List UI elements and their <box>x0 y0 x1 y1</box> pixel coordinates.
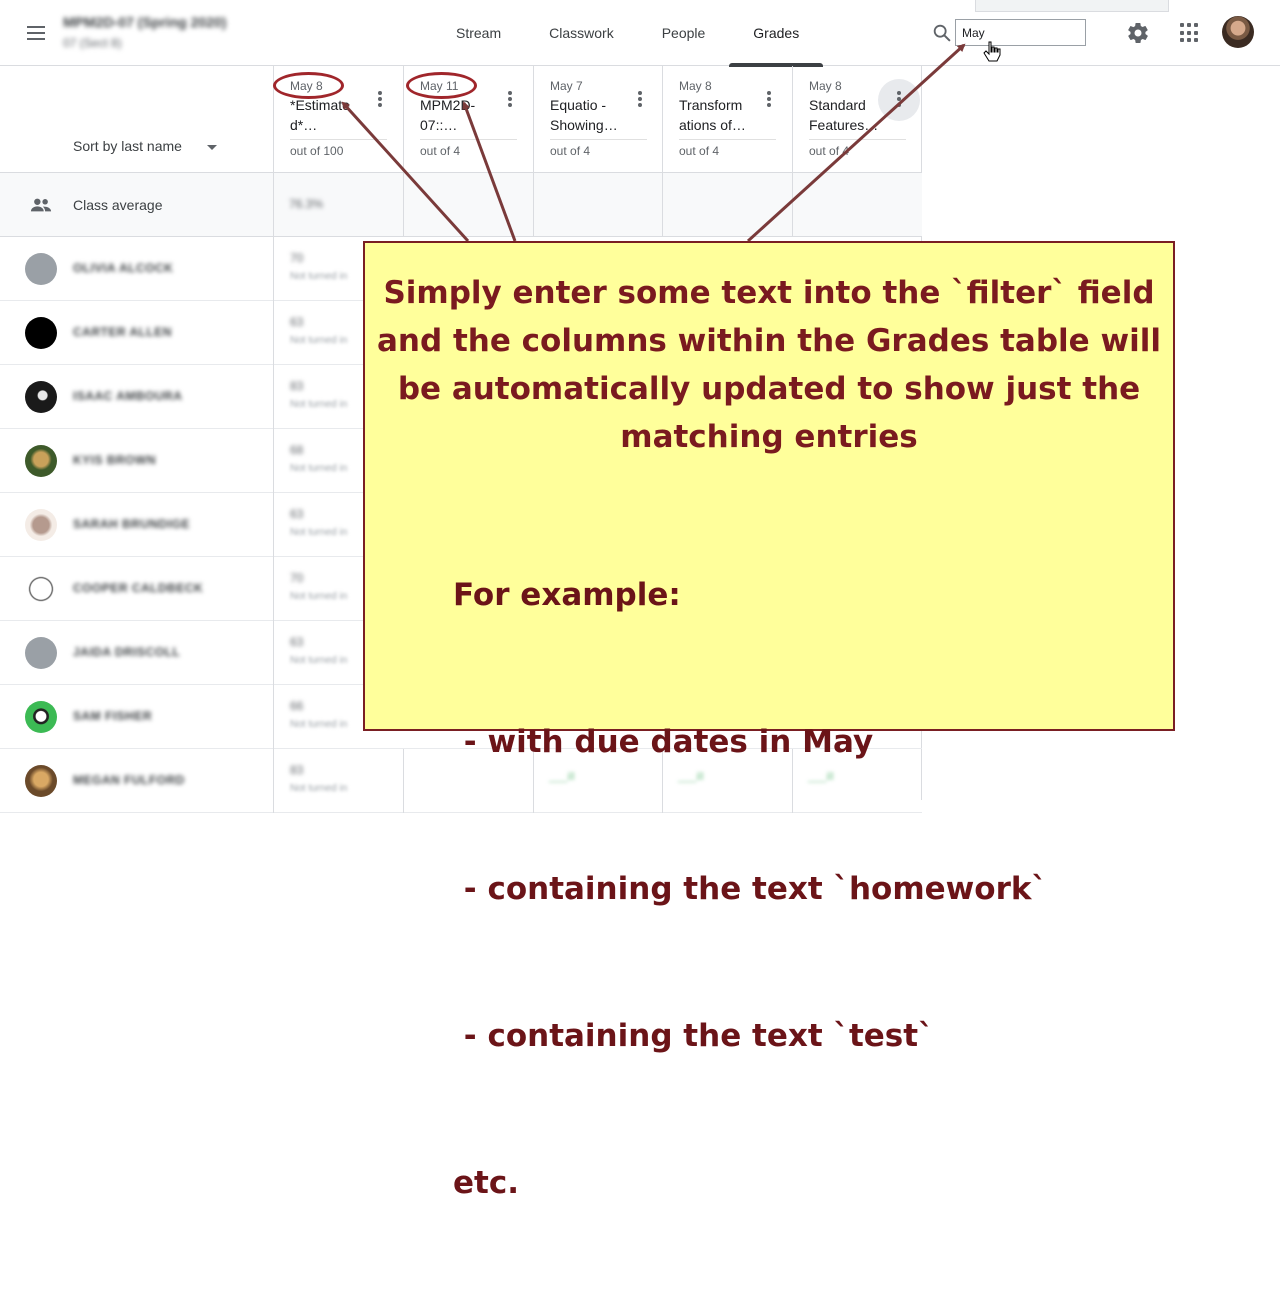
tab-stream[interactable]: Stream <box>432 0 525 66</box>
grade-value: 83 <box>290 763 304 777</box>
column-title[interactable]: MPM2D- 07::… <box>420 95 500 135</box>
grade-value: 66 <box>290 699 304 713</box>
nav-tabs: Stream Classwork People Grades <box>432 0 824 67</box>
menu-icon[interactable] <box>22 20 50 46</box>
column-points: out of 4 <box>809 144 850 158</box>
column-title[interactable]: *Estimate d*… <box>290 95 370 135</box>
top-bar: MPM2D-07 (Spring 2020) 07 (Sect 8) Strea… <box>0 0 1280 67</box>
class-average-label: Class average <box>73 197 163 213</box>
highlight-ellipse <box>273 72 344 99</box>
more-vert-icon[interactable] <box>763 90 775 108</box>
submission-status: Not turned in <box>290 335 348 346</box>
student-name[interactable]: Jaida Driscoll <box>73 645 180 659</box>
student-avatar <box>25 701 57 733</box>
column-title[interactable]: Equatio - Showing… <box>550 95 630 135</box>
column-due-date: May 8 <box>809 79 842 93</box>
submission-status: Not turned in <box>290 655 348 666</box>
column-title[interactable]: Standard Features… <box>809 95 889 135</box>
grade-value: 63 <box>290 635 304 649</box>
example-etc: etc. <box>453 1165 519 1201</box>
apps-grid-icon[interactable] <box>1180 23 1200 43</box>
student-avatar <box>25 445 57 477</box>
assignment-column-header[interactable]: May 8 Standard Features… out of 4 <box>792 66 922 173</box>
account-avatar[interactable] <box>1222 16 1254 48</box>
more-vert-icon[interactable] <box>374 90 386 108</box>
callout-examples: For example: - with due dates in May - c… <box>453 473 1047 1306</box>
chevron-down-icon[interactable] <box>207 145 217 150</box>
student-name[interactable]: Carter Allen <box>73 325 172 339</box>
grade-value: 83 <box>290 379 304 393</box>
filter-input[interactable] <box>955 19 1086 46</box>
submission-status: Not turned in <box>290 399 348 410</box>
extension-popup-edge <box>975 0 1169 12</box>
student-avatar <box>25 253 57 285</box>
student-name[interactable]: Sam Fisher <box>73 709 152 723</box>
class-average-value: 76.3% <box>289 197 324 211</box>
column-points: out of 4 <box>420 144 461 158</box>
submission-status: Not turned in <box>290 783 348 794</box>
example-item: - with due dates in May <box>453 724 874 760</box>
column-title[interactable]: Transform ations of… <box>679 95 759 135</box>
more-vert-icon[interactable] <box>634 90 646 108</box>
column-due-date: May 8 <box>679 79 712 93</box>
submission-status: Not turned in <box>290 271 348 282</box>
tab-grades[interactable]: Grades <box>729 0 824 67</box>
submission-status: Not turned in <box>290 527 348 538</box>
column-points: out of 100 <box>290 144 344 158</box>
student-avatar <box>25 509 57 541</box>
column-points: out of 4 <box>679 144 720 158</box>
student-name[interactable]: Olivia Alcock <box>73 261 173 275</box>
tab-people[interactable]: People <box>638 0 730 66</box>
more-vert-icon[interactable] <box>504 90 516 108</box>
student-avatar <box>25 317 57 349</box>
column-points: out of 4 <box>550 144 591 158</box>
student-name[interactable]: Kyis Brown <box>73 453 156 467</box>
submission-status: Not turned in <box>290 591 348 602</box>
more-vert-icon[interactable] <box>893 90 905 108</box>
student-name[interactable]: Isaac Amboura <box>73 389 182 403</box>
grade-value: 70 <box>290 571 304 585</box>
annotation-callout: Simply enter some text into the `filter`… <box>363 241 1175 1201</box>
student-name[interactable]: Megan Fulford <box>73 773 185 787</box>
example-item: - containing the text `test` <box>453 1018 934 1054</box>
student-avatar <box>25 573 57 605</box>
submission-status: Not turned in <box>290 719 348 730</box>
student-name[interactable]: Sarah Brundige <box>73 517 190 531</box>
student-avatar <box>25 765 57 797</box>
assignment-column-header[interactable]: May 7 Equatio - Showing… out of 4 <box>533 66 663 173</box>
example-heading: For example: <box>453 577 681 613</box>
grade-value: 63 <box>290 315 304 329</box>
search-icon[interactable] <box>931 22 953 44</box>
student-name[interactable]: Cooper Caldbeck <box>73 581 203 595</box>
submission-status: Not turned in <box>290 463 348 474</box>
class-average-row: Class average 76.3% <box>0 173 922 237</box>
student-avatar <box>25 637 57 669</box>
assignment-column-header[interactable]: May 8 Transform ations of… out of 4 <box>662 66 792 173</box>
grade-value: 63 <box>290 507 304 521</box>
student-avatar <box>25 381 57 413</box>
tab-classwork[interactable]: Classwork <box>525 0 638 66</box>
course-title[interactable]: MPM2D-07 (Spring 2020) <box>63 14 226 30</box>
course-subtitle: 07 (Sect 8) <box>63 36 122 50</box>
callout-main-text: Simply enter some text into the `filter`… <box>376 275 1161 455</box>
column-due-date: May 7 <box>550 79 583 93</box>
example-item: - containing the text `homework` <box>453 871 1047 907</box>
grade-value: 70 <box>290 251 304 265</box>
highlight-ellipse <box>406 72 477 99</box>
people-icon <box>30 198 52 212</box>
grade-cell[interactable]: 83 Not turned in <box>273 749 403 813</box>
gear-icon[interactable] <box>1126 21 1150 45</box>
sort-dropdown[interactable]: Sort by last name <box>73 138 182 154</box>
grade-value: 68 <box>290 443 304 457</box>
